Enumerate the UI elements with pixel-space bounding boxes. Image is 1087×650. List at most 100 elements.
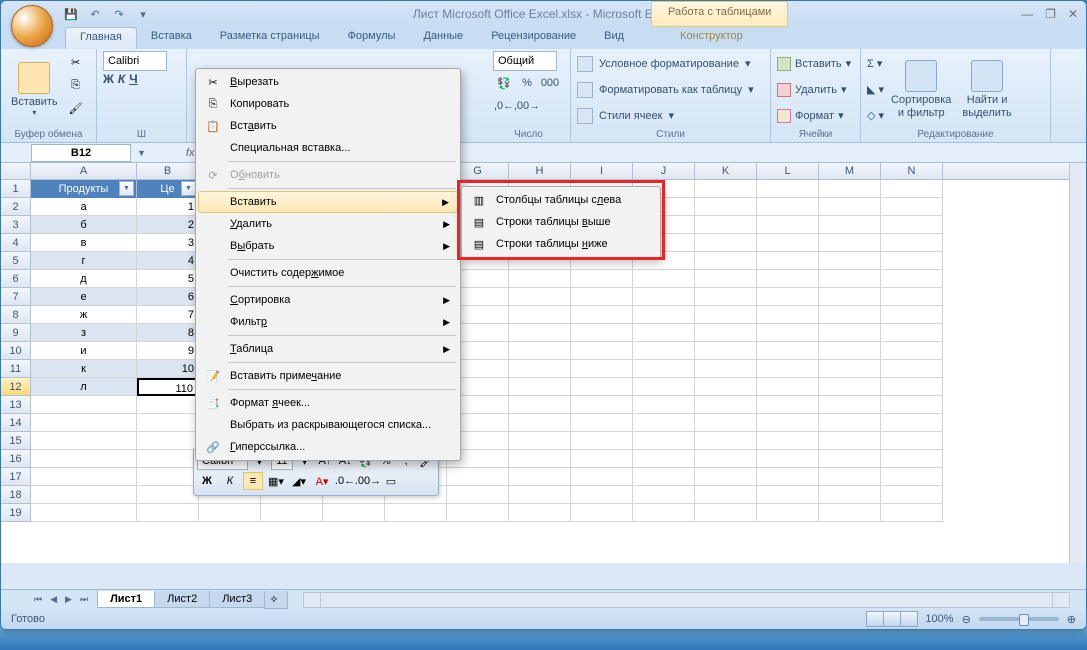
bold-button[interactable]: Ж (103, 72, 114, 86)
zoom-in-button[interactable]: ⊕ (1067, 613, 1076, 626)
qat-save-icon[interactable]: 💾 (61, 4, 81, 24)
mini-fill-color-button[interactable]: ▦▾ (266, 472, 286, 490)
row-header-2[interactable]: 2 (1, 198, 31, 216)
sheet-tab-3[interactable]: Лист3 (209, 591, 265, 608)
row-header-1[interactable]: 1 (1, 180, 31, 198)
ctx-hyperlink[interactable]: 🔗Гиперссылка... (198, 436, 458, 458)
number-format-box[interactable]: Общий (493, 51, 557, 71)
cell-B10[interactable]: 9 (137, 342, 199, 360)
tab-formulas[interactable]: Формулы (334, 27, 410, 49)
cell-B3[interactable]: 2 (137, 216, 199, 234)
mini-dec-decimal-icon[interactable]: .00→ (358, 472, 378, 490)
mini-merge-icon[interactable]: ▭ (381, 472, 401, 490)
increase-decimal-icon[interactable]: ,0← (493, 95, 515, 117)
row-header-11[interactable]: 11 (1, 360, 31, 378)
col-header-K[interactable]: K (695, 163, 757, 179)
col-header-N[interactable]: N (881, 163, 943, 179)
tab-page-layout[interactable]: Разметка страницы (206, 27, 334, 49)
cell-styles-button[interactable]: Стили ячеек ▾ (577, 108, 764, 124)
fx-icon[interactable]: fx (186, 147, 195, 159)
office-button[interactable] (11, 5, 53, 47)
ctx-sort[interactable]: Сортировка▶ (198, 289, 458, 311)
find-select-button[interactable]: Найти и выделить (958, 51, 1015, 128)
vertical-scrollbar[interactable] (1069, 163, 1086, 563)
cell-A12[interactable]: л (31, 378, 137, 396)
cell-B4[interactable]: 3 (137, 234, 199, 252)
ctx-paste[interactable]: 📋Вставить (198, 115, 458, 137)
mini-highlight-button[interactable]: ◢▾ (289, 472, 309, 490)
row-header-12[interactable]: 12 (1, 378, 31, 396)
row-header-3[interactable]: 3 (1, 216, 31, 234)
ctx-filter[interactable]: Фильтр▶ (198, 311, 458, 333)
currency-icon[interactable]: 💱 (493, 72, 515, 94)
mini-font-color-button[interactable]: A▾ (312, 472, 332, 490)
copy-icon[interactable]: ⎘ (65, 74, 87, 96)
ctx-copy[interactable]: ⎘Копировать (198, 93, 458, 115)
cut-icon[interactable]: ✂ (65, 51, 87, 73)
cell-A10[interactable]: и (31, 342, 137, 360)
fill-button[interactable]: ◣ ▾ (867, 83, 884, 96)
page-layout-view-button[interactable] (883, 611, 901, 627)
col-header-J[interactable]: J (633, 163, 695, 179)
cell-A3[interactable]: б (31, 216, 137, 234)
zoom-out-button[interactable]: ⊖ (962, 613, 971, 626)
ctx-insert[interactable]: Вставить▶ (198, 191, 458, 213)
row-header-15[interactable]: 15 (1, 432, 31, 450)
sheet-nav-next-icon[interactable]: ▶ (62, 594, 75, 605)
row-header-18[interactable]: 18 (1, 486, 31, 504)
comma-icon[interactable]: 000 (539, 72, 561, 94)
col-header-B[interactable]: B (137, 163, 199, 179)
namebox-dropdown-icon[interactable]: ▼ (137, 148, 146, 158)
col-header-I[interactable]: I (571, 163, 633, 179)
format-as-table-button[interactable]: Форматировать как таблицу ▾ (577, 82, 764, 98)
ctx-insert-comment[interactable]: 📝Вставить примечание (198, 365, 458, 387)
ctx-pick-from-dropdown[interactable]: Выбрать из раскрывающегося списка... (198, 414, 458, 436)
submenu-rows-above[interactable]: ▤Строки таблицы выше (464, 211, 658, 233)
submenu-columns-left[interactable]: ▥Столбцы таблицы слева (464, 189, 658, 211)
row-header-9[interactable]: 9 (1, 324, 31, 342)
cell-A4[interactable]: в (31, 234, 137, 252)
cell-A9[interactable]: з (31, 324, 137, 342)
select-all-corner[interactable] (1, 163, 31, 179)
cell-B7[interactable]: 6 (137, 288, 199, 306)
ctx-cut[interactable]: ✂Вырезать (198, 71, 458, 93)
tab-home[interactable]: Главная (65, 27, 137, 49)
cell-B11[interactable]: 10 (137, 360, 199, 378)
cell-B8[interactable]: 7 (137, 306, 199, 324)
row-header-4[interactable]: 4 (1, 234, 31, 252)
mini-center-button[interactable]: ≡ (243, 472, 263, 490)
maximize-button[interactable]: ❐ (1045, 7, 1056, 21)
cell-A6[interactable]: д (31, 270, 137, 288)
clear-button[interactable]: ◇ ▾ (867, 109, 884, 122)
ctx-format-cells[interactable]: 📑Формат ячеек... (198, 392, 458, 414)
col-header-A[interactable]: A (31, 163, 137, 179)
sheet-nav-first-icon[interactable]: ⏮ (31, 594, 45, 605)
ctx-delete[interactable]: Удалить▶ (198, 213, 458, 235)
tab-data[interactable]: Данные (409, 27, 477, 49)
col-header-L[interactable]: L (757, 163, 819, 179)
col-header-M[interactable]: M (819, 163, 881, 179)
col-header-H[interactable]: H (509, 163, 571, 179)
row-header-7[interactable]: 7 (1, 288, 31, 306)
row-header-6[interactable]: 6 (1, 270, 31, 288)
decrease-decimal-icon[interactable]: ,00→ (516, 95, 538, 117)
new-sheet-button[interactable]: ✧ (264, 591, 288, 609)
horizontal-scrollbar[interactable] (303, 592, 1070, 608)
format-painter-icon[interactable]: 🖌 (65, 97, 87, 119)
percent-icon[interactable]: % (516, 72, 538, 94)
ctx-paste-special[interactable]: Специальная вставка... (198, 137, 458, 159)
submenu-rows-below[interactable]: ▤Строки таблицы ниже (464, 233, 658, 255)
sheet-nav-prev-icon[interactable]: ◀ (47, 594, 60, 605)
sheet-tab-1[interactable]: Лист1 (97, 591, 155, 608)
qat-undo-icon[interactable]: ↶ (85, 4, 105, 24)
mini-italic-button[interactable]: К (220, 472, 240, 490)
row-header-8[interactable]: 8 (1, 306, 31, 324)
insert-cell-button[interactable]: Вставить ▾ (777, 57, 854, 71)
table-tools-context-tab[interactable]: Работа с таблицами (651, 1, 788, 27)
page-break-view-button[interactable] (900, 611, 918, 627)
ctx-table[interactable]: Таблица▶ (198, 338, 458, 360)
ctx-clear[interactable]: Очистить содержимое (198, 262, 458, 284)
row-header-14[interactable]: 14 (1, 414, 31, 432)
cell-B6[interactable]: 5 (137, 270, 199, 288)
format-cell-button[interactable]: Формат ▾ (777, 109, 854, 123)
